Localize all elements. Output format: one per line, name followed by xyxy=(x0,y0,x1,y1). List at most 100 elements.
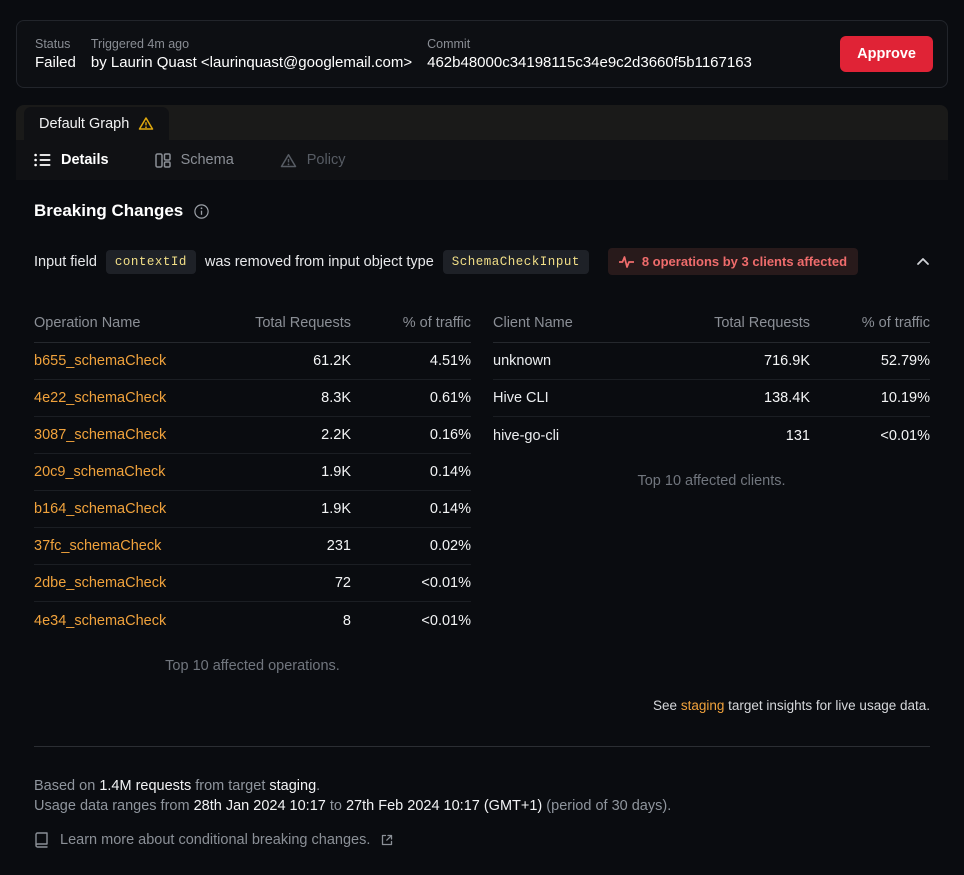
page-title: Breaking Changes xyxy=(34,201,183,221)
tab-policy-label: Policy xyxy=(307,152,346,168)
operations-table: Operation Name Total Requests % of traff… xyxy=(34,304,471,674)
traffic-percent-value: <0.01% xyxy=(351,575,471,591)
total-requests-value: 2.2K xyxy=(201,427,351,443)
warning-triangle-icon xyxy=(280,153,297,168)
operation-name-link[interactable]: 4e34_schemaCheck xyxy=(34,613,201,629)
column-header: Total Requests xyxy=(660,315,810,331)
client-name: unknown xyxy=(493,353,660,369)
total-requests-value: 1.9K xyxy=(201,464,351,480)
operation-name-link[interactable]: 3087_schemaCheck xyxy=(34,427,201,443)
traffic-percent-value: 0.14% xyxy=(351,501,471,517)
total-requests-value: 61.2K xyxy=(201,353,351,369)
table-row: 4e22_schemaCheck8.3K0.61% xyxy=(34,380,471,417)
operation-name-link[interactable]: 4e22_schemaCheck xyxy=(34,390,201,406)
usage-summary-line2: Usage data ranges from 28th Jan 2024 10:… xyxy=(34,796,930,816)
insights-note: See staging target insights for live usa… xyxy=(34,698,930,713)
range-start-date: 28th Jan 2024 10:17 xyxy=(194,798,326,814)
schema-check-page: Status Failed Triggered 4m ago by Laurin… xyxy=(0,0,964,875)
info-circle-icon[interactable] xyxy=(194,204,209,219)
table-row: b164_schemaCheck1.9K0.14% xyxy=(34,491,471,528)
request-count: 1.4M requests xyxy=(99,778,191,794)
chevron-up-icon[interactable] xyxy=(916,257,930,266)
total-requests-value: 8 xyxy=(201,613,351,629)
traffic-percent-value: 0.14% xyxy=(351,464,471,480)
book-icon xyxy=(34,832,49,848)
usage-text: Based on xyxy=(34,778,95,794)
client-name: Hive CLI xyxy=(493,390,660,406)
learn-more-link[interactable]: Learn more about conditional breaking ch… xyxy=(34,832,930,848)
operations-table-body: b655_schemaCheck61.2K4.51% 4e22_schemaChe… xyxy=(34,343,471,639)
table-row: hive-go-cli131<0.01% xyxy=(493,417,930,454)
operation-name-link[interactable]: 20c9_schemaCheck xyxy=(34,464,201,480)
commit-label: Commit xyxy=(427,37,752,51)
traffic-percent-value: 0.16% xyxy=(351,427,471,443)
check-nav-toolbar: Details Schema Policy xyxy=(16,140,948,180)
external-link-icon xyxy=(381,834,393,846)
traffic-percent-value: 10.19% xyxy=(810,390,930,406)
affected-badge-label: 8 operations by 3 clients affected xyxy=(642,254,847,269)
column-header: % of traffic xyxy=(810,315,930,331)
operation-name-link[interactable]: b655_schemaCheck xyxy=(34,353,201,369)
affected-operations-badge[interactable]: 8 operations by 3 clients affected xyxy=(608,248,858,275)
usage-text: Usage data ranges from xyxy=(34,798,190,814)
operations-table-header: Operation Name Total Requests % of traff… xyxy=(34,304,471,343)
tab-default-graph[interactable]: Default Graph xyxy=(24,107,169,140)
total-requests-value: 716.9K xyxy=(660,353,810,369)
traffic-percent-value: <0.01% xyxy=(351,613,471,629)
traffic-percent-value: <0.01% xyxy=(810,428,930,444)
table-row: 37fc_schemaCheck2310.02% xyxy=(34,528,471,565)
tab-details[interactable]: Details xyxy=(34,152,109,168)
usage-summary-line1: Based on 1.4M requests from target stagi… xyxy=(34,776,930,796)
usage-tables: Operation Name Total Requests % of traff… xyxy=(34,304,930,674)
total-requests-value: 231 xyxy=(201,538,351,554)
field-code-chip: contextId xyxy=(106,250,196,274)
traffic-percent-value: 4.51% xyxy=(351,353,471,369)
traffic-percent-value: 0.02% xyxy=(351,538,471,554)
total-requests-value: 8.3K xyxy=(201,390,351,406)
column-header: Client Name xyxy=(493,315,660,331)
status-value: Failed xyxy=(35,54,76,71)
insights-note-prefix: See xyxy=(653,698,677,713)
staging-target-link[interactable]: staging xyxy=(681,698,725,713)
approve-button[interactable]: Approve xyxy=(840,36,933,72)
operation-name-link[interactable]: 2dbe_schemaCheck xyxy=(34,575,201,591)
triggered-label: Triggered 4m ago xyxy=(91,37,412,51)
column-header: Total Requests xyxy=(201,315,351,331)
activity-pulse-icon xyxy=(619,256,634,268)
operations-table-footnote: Top 10 affected operations. xyxy=(34,658,471,674)
traffic-percent-value: 52.79% xyxy=(810,353,930,369)
clients-table-body: unknown716.9K52.79%Hive CLI138.4K10.19%h… xyxy=(493,343,930,454)
tab-schema-label: Schema xyxy=(181,152,234,168)
status-group: Status Failed xyxy=(35,37,76,71)
total-requests-value: 131 xyxy=(660,428,810,444)
tab-schema[interactable]: Schema xyxy=(155,152,234,168)
status-label: Status xyxy=(35,37,76,51)
operation-name-link[interactable]: 37fc_schemaCheck xyxy=(34,538,201,554)
clients-table: Client Name Total Requests % of traffic … xyxy=(493,304,930,674)
type-code-chip: SchemaCheckInput xyxy=(443,250,589,274)
total-requests-value: 138.4K xyxy=(660,390,810,406)
client-name: hive-go-cli xyxy=(493,428,660,444)
warning-triangle-icon xyxy=(138,116,154,131)
table-row: Hive CLI138.4K10.19% xyxy=(493,380,930,417)
usage-text: from target xyxy=(195,778,265,794)
breaking-changes-heading: Breaking Changes xyxy=(34,201,930,221)
tab-policy[interactable]: Policy xyxy=(280,152,346,168)
breaking-change-row: Input field contextId was removed from i… xyxy=(34,248,930,275)
table-row: 3087_schemaCheck2.2K0.16% xyxy=(34,417,471,454)
operation-name-link[interactable]: b164_schemaCheck xyxy=(34,501,201,517)
details-panel: Breaking Changes Input field contextId w… xyxy=(16,201,948,848)
triggered-group: Triggered 4m ago by Laurin Quast <laurin… xyxy=(91,37,412,71)
clients-table-footnote: Top 10 affected clients. xyxy=(493,473,930,489)
clients-table-header: Client Name Total Requests % of traffic xyxy=(493,304,930,343)
table-row: 20c9_schemaCheck1.9K0.14% xyxy=(34,454,471,491)
usage-text: (period of 30 days). xyxy=(546,798,671,814)
learn-more-label: Learn more about conditional breaking ch… xyxy=(60,832,370,848)
columns-icon xyxy=(155,153,171,168)
graph-tab-label: Default Graph xyxy=(39,116,129,132)
range-end-date: 27th Feb 2024 10:17 (GMT+1) xyxy=(346,798,542,814)
usage-text: . xyxy=(316,778,320,794)
tab-details-label: Details xyxy=(61,152,109,168)
column-header: Operation Name xyxy=(34,315,201,331)
column-header: % of traffic xyxy=(351,315,471,331)
